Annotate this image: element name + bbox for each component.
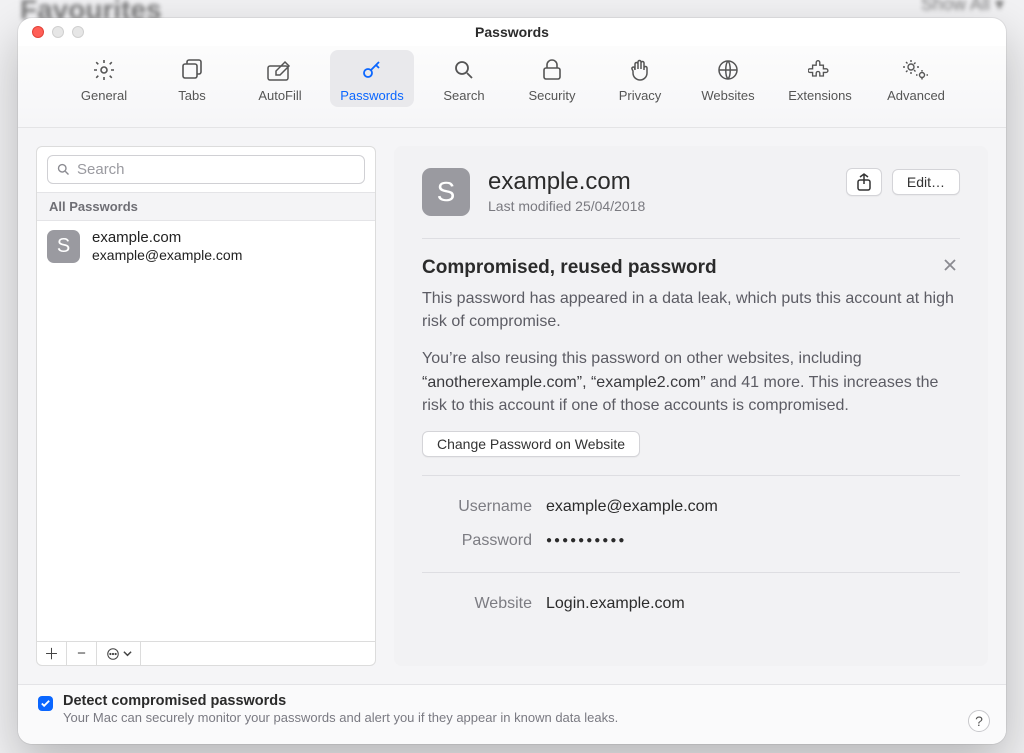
password-label: Password — [422, 532, 532, 550]
password-list-panel: All Passwords S example.com example@exam… — [36, 146, 376, 666]
search-icon — [56, 162, 71, 177]
dismiss-warning-button[interactable] — [942, 257, 960, 275]
content-area: All Passwords S example.com example@exam… — [18, 128, 1006, 684]
credential-fields: Username example@example.com Password ●●… — [422, 476, 960, 573]
password-detail-panel: S example.com Last modified 25/04/2018 E… — [394, 146, 988, 666]
detail-subtitle: Last modified 25/04/2018 — [488, 198, 828, 214]
security-warning: Compromised, reused password This passwo… — [422, 239, 960, 476]
pencil-card-icon — [266, 56, 294, 84]
puzzle-icon — [806, 56, 834, 84]
tab-advanced[interactable]: Advanced — [874, 50, 958, 107]
tab-label: Passwords — [340, 88, 404, 103]
section-all-passwords: All Passwords — [37, 192, 375, 221]
warning-title: Compromised, reused password — [422, 257, 960, 279]
tab-search[interactable]: Search — [426, 50, 502, 107]
preferences-window: Passwords General Tabs AutoFill Password… — [18, 18, 1006, 744]
website-value[interactable]: Login.example.com — [546, 595, 685, 613]
website-label: Website — [422, 595, 532, 613]
row-site: example.com — [92, 229, 242, 247]
tab-extensions[interactable]: Extensions — [778, 50, 862, 107]
warning-paragraph-1: This password has appeared in a data lea… — [422, 287, 960, 333]
tab-websites[interactable]: Websites — [690, 50, 766, 107]
search-input[interactable] — [77, 161, 356, 178]
hand-icon — [626, 56, 654, 84]
change-password-button[interactable]: Change Password on Website — [422, 431, 640, 457]
tab-label: Extensions — [788, 88, 852, 103]
tab-general[interactable]: General — [66, 50, 142, 107]
tab-autofill[interactable]: AutoFill — [242, 50, 318, 107]
username-value[interactable]: example@example.com — [546, 498, 718, 516]
search-field[interactable] — [47, 155, 365, 184]
tab-label: Privacy — [619, 88, 662, 103]
warning-reused-sites: “anotherexample.com”, “example2.com” — [422, 374, 706, 391]
list-toolbar: ＋ − — [37, 641, 375, 665]
gears-icon — [902, 56, 930, 84]
tab-privacy[interactable]: Privacy — [602, 50, 678, 107]
detail-header: S example.com Last modified 25/04/2018 E… — [422, 168, 960, 239]
username-label: Username — [422, 498, 532, 516]
help-button[interactable]: ? — [968, 710, 990, 732]
tab-tabs[interactable]: Tabs — [154, 50, 230, 107]
window-title: Passwords — [18, 24, 1006, 40]
tab-security[interactable]: Security — [514, 50, 590, 107]
remove-button[interactable]: − — [67, 642, 97, 665]
password-row[interactable]: S example.com example@example.com — [37, 221, 375, 273]
share-button[interactable] — [846, 168, 882, 196]
preferences-toolbar: General Tabs AutoFill Passwords Search — [18, 46, 1006, 128]
footer: Detect compromised passwords Your Mac ca… — [18, 684, 1006, 744]
tab-passwords[interactable]: Passwords — [330, 50, 414, 107]
key-icon — [358, 56, 386, 84]
tab-label: AutoFill — [258, 88, 301, 103]
footer-title: Detect compromised passwords — [63, 693, 618, 709]
magnifier-icon — [450, 56, 478, 84]
password-value[interactable]: ●●●●●●●●●● — [546, 535, 626, 546]
tab-label: Security — [529, 88, 576, 103]
tab-label: Websites — [701, 88, 754, 103]
gear-icon — [90, 56, 118, 84]
site-favicon: S — [47, 230, 80, 263]
row-user: example@example.com — [92, 247, 242, 265]
tab-label: Search — [443, 88, 484, 103]
globe-icon — [714, 56, 742, 84]
edit-button[interactable]: Edit… — [892, 169, 960, 195]
footer-subtitle: Your Mac can securely monitor your passw… — [63, 710, 618, 725]
warning-paragraph-2a: You’re also reusing this password on oth… — [422, 350, 862, 367]
password-list: S example.com example@example.com — [37, 221, 375, 641]
tab-label: Tabs — [178, 88, 205, 103]
add-button[interactable]: ＋ — [37, 642, 67, 665]
detail-favicon: S — [422, 168, 470, 216]
tab-label: Advanced — [887, 88, 945, 103]
more-actions-button[interactable] — [97, 642, 141, 665]
lock-icon — [538, 56, 566, 84]
warning-body: This password has appeared in a data lea… — [422, 287, 960, 417]
tabs-icon — [178, 56, 206, 84]
detect-compromised-checkbox[interactable] — [38, 696, 53, 711]
detail-title: example.com — [488, 168, 828, 196]
titlebar: Passwords — [18, 18, 1006, 46]
tab-label: General — [81, 88, 127, 103]
